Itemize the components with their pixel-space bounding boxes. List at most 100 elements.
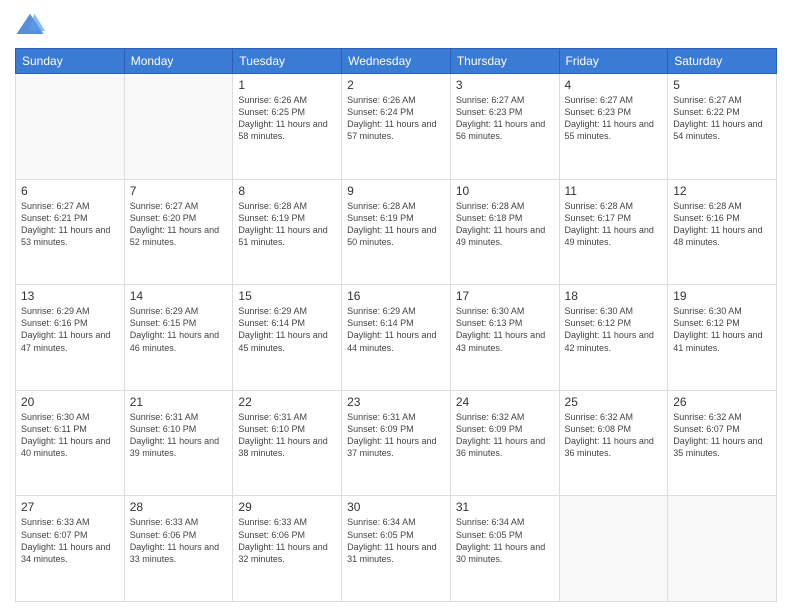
day-number: 2 [347, 78, 445, 92]
calendar-cell [668, 496, 777, 602]
calendar-cell: 14 Sunrise: 6:29 AMSunset: 6:15 PMDayligh… [124, 285, 233, 391]
day-number: 3 [456, 78, 554, 92]
day-info: Sunrise: 6:28 AMSunset: 6:18 PMDaylight:… [456, 200, 554, 249]
calendar-cell [124, 74, 233, 180]
calendar-header-thursday: Thursday [450, 49, 559, 74]
logo [15, 10, 49, 40]
day-info: Sunrise: 6:27 AMSunset: 6:23 PMDaylight:… [565, 94, 663, 143]
day-number: 20 [21, 395, 119, 409]
day-info: Sunrise: 6:27 AMSunset: 6:22 PMDaylight:… [673, 94, 771, 143]
calendar-cell: 10 Sunrise: 6:28 AMSunset: 6:18 PMDayligh… [450, 179, 559, 285]
calendar-cell: 19Sunrise: 6:30 AMSunset: 6:12 PMDayligh… [668, 285, 777, 391]
calendar-cell: 27 Sunrise: 6:33 AMSunset: 6:07 PMDayligh… [16, 496, 125, 602]
calendar-cell: 6 Sunrise: 6:27 AMSunset: 6:21 PMDaylight… [16, 179, 125, 285]
day-info: Sunrise: 6:29 AMSunset: 6:14 PMDaylight:… [347, 305, 445, 354]
day-info: Sunrise: 6:34 AMSunset: 6:05 PMDaylight:… [347, 516, 445, 565]
day-info: Sunrise: 6:30 AMSunset: 6:11 PMDaylight:… [21, 411, 119, 460]
day-number: 12 [673, 184, 771, 198]
calendar-cell: 5 Sunrise: 6:27 AMSunset: 6:22 PMDaylight… [668, 74, 777, 180]
calendar-cell: 21Sunrise: 6:31 AMSunset: 6:10 PMDayligh… [124, 390, 233, 496]
day-info: Sunrise: 6:29 AMSunset: 6:16 PMDaylight:… [21, 305, 119, 354]
day-number: 14 [130, 289, 228, 303]
day-info: Sunrise: 6:27 AMSunset: 6:21 PMDaylight:… [21, 200, 119, 249]
day-info: Sunrise: 6:31 AMSunset: 6:10 PMDaylight:… [238, 411, 336, 460]
day-info: Sunrise: 6:34 AMSunset: 6:05 PMDaylight:… [456, 516, 554, 565]
calendar-week-2: 6 Sunrise: 6:27 AMSunset: 6:21 PMDaylight… [16, 179, 777, 285]
calendar-week-4: 20 Sunrise: 6:30 AMSunset: 6:11 PMDayligh… [16, 390, 777, 496]
calendar-cell: 20 Sunrise: 6:30 AMSunset: 6:11 PMDayligh… [16, 390, 125, 496]
day-number: 11 [565, 184, 663, 198]
calendar-cell: 26 Sunrise: 6:32 AMSunset: 6:07 PMDayligh… [668, 390, 777, 496]
day-number: 15 [238, 289, 336, 303]
day-number: 22 [238, 395, 336, 409]
day-info: Sunrise: 6:33 AMSunset: 6:06 PMDaylight:… [238, 516, 336, 565]
calendar-week-3: 13 Sunrise: 6:29 AMSunset: 6:16 PMDayligh… [16, 285, 777, 391]
calendar-cell: 13 Sunrise: 6:29 AMSunset: 6:16 PMDayligh… [16, 285, 125, 391]
day-number: 9 [347, 184, 445, 198]
day-number: 21 [130, 395, 228, 409]
calendar-header-monday: Monday [124, 49, 233, 74]
day-info: Sunrise: 6:31 AMSunset: 6:09 PMDaylight:… [347, 411, 445, 460]
calendar-header-row: SundayMondayTuesdayWednesdayThursdayFrid… [16, 49, 777, 74]
day-info: Sunrise: 6:29 AMSunset: 6:14 PMDaylight:… [238, 305, 336, 354]
day-number: 13 [21, 289, 119, 303]
day-number: 27 [21, 500, 119, 514]
calendar-cell: 2Sunrise: 6:26 AMSunset: 6:24 PMDaylight… [342, 74, 451, 180]
day-info: Sunrise: 6:30 AMSunset: 6:12 PMDaylight:… [673, 305, 771, 354]
calendar-cell: 8 Sunrise: 6:28 AMSunset: 6:19 PMDaylight… [233, 179, 342, 285]
day-number: 24 [456, 395, 554, 409]
page: SundayMondayTuesdayWednesdayThursdayFrid… [0, 0, 792, 612]
day-info: Sunrise: 6:28 AMSunset: 6:19 PMDaylight:… [347, 200, 445, 249]
day-info: Sunrise: 6:28 AMSunset: 6:16 PMDaylight:… [673, 200, 771, 249]
day-info: Sunrise: 6:33 AMSunset: 6:06 PMDaylight:… [130, 516, 228, 565]
day-number: 6 [21, 184, 119, 198]
day-number: 31 [456, 500, 554, 514]
day-number: 17 [456, 289, 554, 303]
day-number: 28 [130, 500, 228, 514]
calendar-table: SundayMondayTuesdayWednesdayThursdayFrid… [15, 48, 777, 602]
calendar-cell [559, 496, 668, 602]
day-info: Sunrise: 6:32 AMSunset: 6:08 PMDaylight:… [565, 411, 663, 460]
calendar-cell: 15 Sunrise: 6:29 AMSunset: 6:14 PMDayligh… [233, 285, 342, 391]
day-number: 5 [673, 78, 771, 92]
day-number: 10 [456, 184, 554, 198]
calendar-cell: 7Sunrise: 6:27 AMSunset: 6:20 PMDaylight… [124, 179, 233, 285]
calendar-cell: 18Sunrise: 6:30 AMSunset: 6:12 PMDayligh… [559, 285, 668, 391]
calendar-cell: 29Sunrise: 6:33 AMSunset: 6:06 PMDayligh… [233, 496, 342, 602]
day-number: 8 [238, 184, 336, 198]
day-number: 25 [565, 395, 663, 409]
day-number: 26 [673, 395, 771, 409]
calendar-week-5: 27 Sunrise: 6:33 AMSunset: 6:07 PMDayligh… [16, 496, 777, 602]
day-info: Sunrise: 6:27 AMSunset: 6:20 PMDaylight:… [130, 200, 228, 249]
logo-icon [15, 10, 45, 40]
calendar-cell: 31 Sunrise: 6:34 AMSunset: 6:05 PMDayligh… [450, 496, 559, 602]
calendar-cell: 12 Sunrise: 6:28 AMSunset: 6:16 PMDayligh… [668, 179, 777, 285]
calendar-header-wednesday: Wednesday [342, 49, 451, 74]
calendar-cell: 11 Sunrise: 6:28 AMSunset: 6:17 PMDayligh… [559, 179, 668, 285]
day-info: Sunrise: 6:32 AMSunset: 6:07 PMDaylight:… [673, 411, 771, 460]
day-info: Sunrise: 6:28 AMSunset: 6:19 PMDaylight:… [238, 200, 336, 249]
calendar-header-friday: Friday [559, 49, 668, 74]
day-number: 1 [238, 78, 336, 92]
header [15, 10, 777, 40]
day-info: Sunrise: 6:27 AMSunset: 6:23 PMDaylight:… [456, 94, 554, 143]
calendar-cell: 16Sunrise: 6:29 AMSunset: 6:14 PMDayligh… [342, 285, 451, 391]
calendar-cell: 25 Sunrise: 6:32 AMSunset: 6:08 PMDayligh… [559, 390, 668, 496]
day-info: Sunrise: 6:30 AMSunset: 6:13 PMDaylight:… [456, 305, 554, 354]
calendar-cell: 28 Sunrise: 6:33 AMSunset: 6:06 PMDayligh… [124, 496, 233, 602]
calendar-week-1: 1Sunrise: 6:26 AMSunset: 6:25 PMDaylight… [16, 74, 777, 180]
calendar-header-tuesday: Tuesday [233, 49, 342, 74]
day-info: Sunrise: 6:33 AMSunset: 6:07 PMDaylight:… [21, 516, 119, 565]
day-info: Sunrise: 6:29 AMSunset: 6:15 PMDaylight:… [130, 305, 228, 354]
day-number: 18 [565, 289, 663, 303]
calendar-cell: 30 Sunrise: 6:34 AMSunset: 6:05 PMDayligh… [342, 496, 451, 602]
calendar-cell [16, 74, 125, 180]
day-number: 30 [347, 500, 445, 514]
day-info: Sunrise: 6:32 AMSunset: 6:09 PMDaylight:… [456, 411, 554, 460]
day-number: 23 [347, 395, 445, 409]
calendar-cell: 3 Sunrise: 6:27 AMSunset: 6:23 PMDaylight… [450, 74, 559, 180]
day-info: Sunrise: 6:28 AMSunset: 6:17 PMDaylight:… [565, 200, 663, 249]
calendar-header-sunday: Sunday [16, 49, 125, 74]
calendar-header-saturday: Saturday [668, 49, 777, 74]
calendar-cell: 1Sunrise: 6:26 AMSunset: 6:25 PMDaylight… [233, 74, 342, 180]
